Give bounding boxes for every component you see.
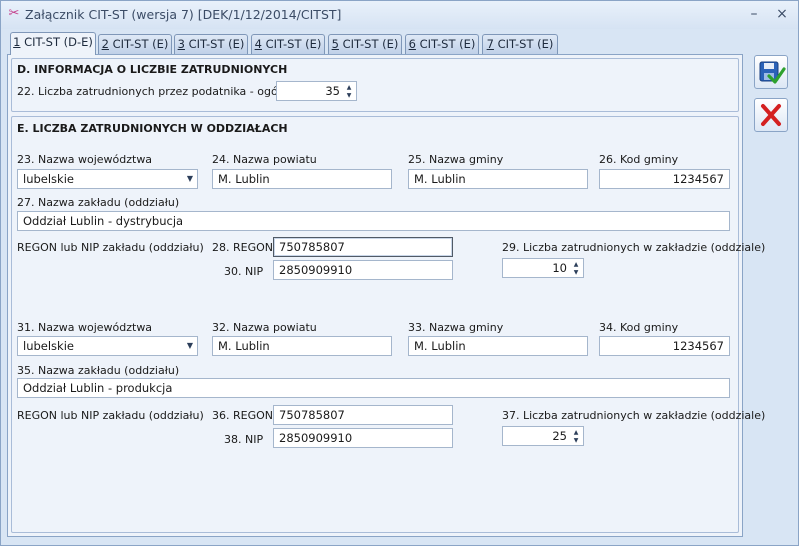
zaklad-name-input[interactable]: Oddział Lublin - produkcja: [17, 378, 730, 398]
tab-1-cit-st-de[interactable]: 1 CIT-ST (D-E): [10, 32, 96, 55]
zaklad-label: 27. Nazwa zakładu (oddziału): [17, 196, 180, 209]
field22-value: 35: [325, 84, 340, 98]
nip-input[interactable]: 2850909910: [273, 428, 453, 448]
close-button[interactable]: ×: [771, 5, 793, 23]
tab-3-cit-st-e[interactable]: 3 CIT-ST (E): [174, 34, 248, 54]
spin-up-icon[interactable]: ▲: [571, 261, 581, 268]
powiat-input[interactable]: M. Lublin: [212, 169, 392, 189]
section-e-group: E. LICZBA ZATRUDNIONYCH W ODDZIAŁACH 23.…: [11, 116, 765, 533]
zaklad-label: 35. Nazwa zakładu (oddziału): [17, 364, 180, 377]
regon-nip-label: REGON lub NIP zakładu (oddziału): [17, 409, 204, 422]
regon-label: 28. REGON: [212, 241, 273, 254]
spin-down-icon[interactable]: ▼: [571, 269, 581, 276]
gmina-label: 33. Nazwa gminy: [408, 321, 504, 334]
ribbon-icon: ✂: [8, 6, 20, 21]
gmina-input[interactable]: M. Lublin: [408, 169, 588, 189]
kod-gminy-input[interactable]: 1234567: [599, 169, 730, 189]
cancel-button[interactable]: [754, 98, 788, 132]
powiat-input[interactable]: M. Lublin: [212, 336, 392, 356]
woj-label: 23. Nazwa województwa: [17, 153, 153, 166]
woj-label: 31. Nazwa województwa: [17, 321, 153, 334]
save-button[interactable]: [754, 55, 788, 89]
woj-value: lubelskie: [23, 339, 74, 353]
tab-6-cit-st-e[interactable]: 6 CIT-ST (E): [405, 34, 479, 54]
regon-input[interactable]: 750785807: [273, 237, 453, 257]
cancel-x-icon: [761, 104, 781, 126]
nip-input[interactable]: 2850909910: [273, 260, 453, 280]
liczba-zatrudnionych-label: 37. Liczba zatrudnionych w zakładzie (od…: [502, 409, 766, 422]
nip-label: 30. NIP: [224, 265, 264, 278]
tab-4-cit-st-e[interactable]: 4 CIT-ST (E): [251, 34, 325, 54]
spin-down-icon[interactable]: ▼: [344, 92, 354, 99]
spin-down-icon[interactable]: ▼: [571, 437, 581, 444]
title-bar: ✂ Załącznik CIT-ST (wersja 7) [DEK/1/12/…: [1, 1, 798, 29]
field22-employees-total-spinner[interactable]: 35 ▲ ▼: [276, 81, 357, 101]
regon-input[interactable]: 750785807: [273, 405, 453, 425]
woj-combo[interactable]: lubelskie ▼: [17, 336, 198, 356]
tab-content-panel: D. INFORMACJA O LICZBIE ZATRUDNIONYCH 22…: [7, 54, 765, 537]
window-title: Załącznik CIT-ST (wersja 7) [DEK/1/12/20…: [25, 7, 342, 22]
dialog-window: ✂ Załącznik CIT-ST (wersja 7) [DEK/1/12/…: [0, 0, 799, 546]
regon-nip-label: REGON lub NIP zakładu (oddziału): [17, 241, 204, 254]
powiat-label: 32. Nazwa powiatu: [212, 321, 317, 334]
kod-gminy-label: 34. Kod gminy: [599, 321, 679, 334]
section-d-group: D. INFORMACJA O LICZBIE ZATRUDNIONYCH 22…: [11, 58, 739, 112]
spin-up-icon[interactable]: ▲: [571, 429, 581, 436]
woj-value: lubelskie: [23, 172, 74, 186]
chevron-down-icon[interactable]: ▼: [187, 337, 193, 355]
liczba-zatrudnionych-spinner[interactable]: 10 ▲ ▼: [502, 258, 584, 278]
save-check-icon: [759, 61, 786, 84]
kod-gminy-input[interactable]: 1234567: [599, 336, 730, 356]
chevron-down-icon[interactable]: ▼: [187, 170, 193, 188]
zaklad-name-input[interactable]: Oddział Lublin - dystrybucja: [17, 211, 730, 231]
section-d-title: D. INFORMACJA O LICZBIE ZATRUDNIONYCH: [17, 63, 288, 76]
tab-7-cit-st-e[interactable]: 7 CIT-ST (E): [482, 34, 558, 54]
kod-gminy-label: 26. Kod gminy: [599, 153, 679, 166]
powiat-label: 24. Nazwa powiatu: [212, 153, 317, 166]
woj-combo[interactable]: lubelskie ▼: [17, 169, 198, 189]
section-e-title: E. LICZBA ZATRUDNIONYCH W ODDZIAŁACH: [17, 122, 288, 135]
gmina-input[interactable]: M. Lublin: [408, 336, 588, 356]
liczba-zatrudnionych-value: 10: [552, 261, 567, 275]
liczba-zatrudnionych-spinner[interactable]: 25 ▲ ▼: [502, 426, 584, 446]
liczba-zatrudnionych-value: 25: [552, 429, 567, 443]
liczba-zatrudnionych-label: 29. Liczba zatrudnionych w zakładzie (od…: [502, 241, 766, 254]
tab-5-cit-st-e[interactable]: 5 CIT-ST (E): [328, 34, 402, 54]
field22-label: 22. Liczba zatrudnionych przez podatnika…: [17, 85, 299, 98]
spin-up-icon[interactable]: ▲: [344, 84, 354, 91]
minimize-button[interactable]: –: [743, 5, 765, 23]
gmina-label: 25. Nazwa gminy: [408, 153, 504, 166]
regon-label: 36. REGON: [212, 409, 273, 422]
tab-2-cit-st-e[interactable]: 2 CIT-ST (E): [98, 34, 172, 54]
nip-label: 38. NIP: [224, 433, 264, 446]
